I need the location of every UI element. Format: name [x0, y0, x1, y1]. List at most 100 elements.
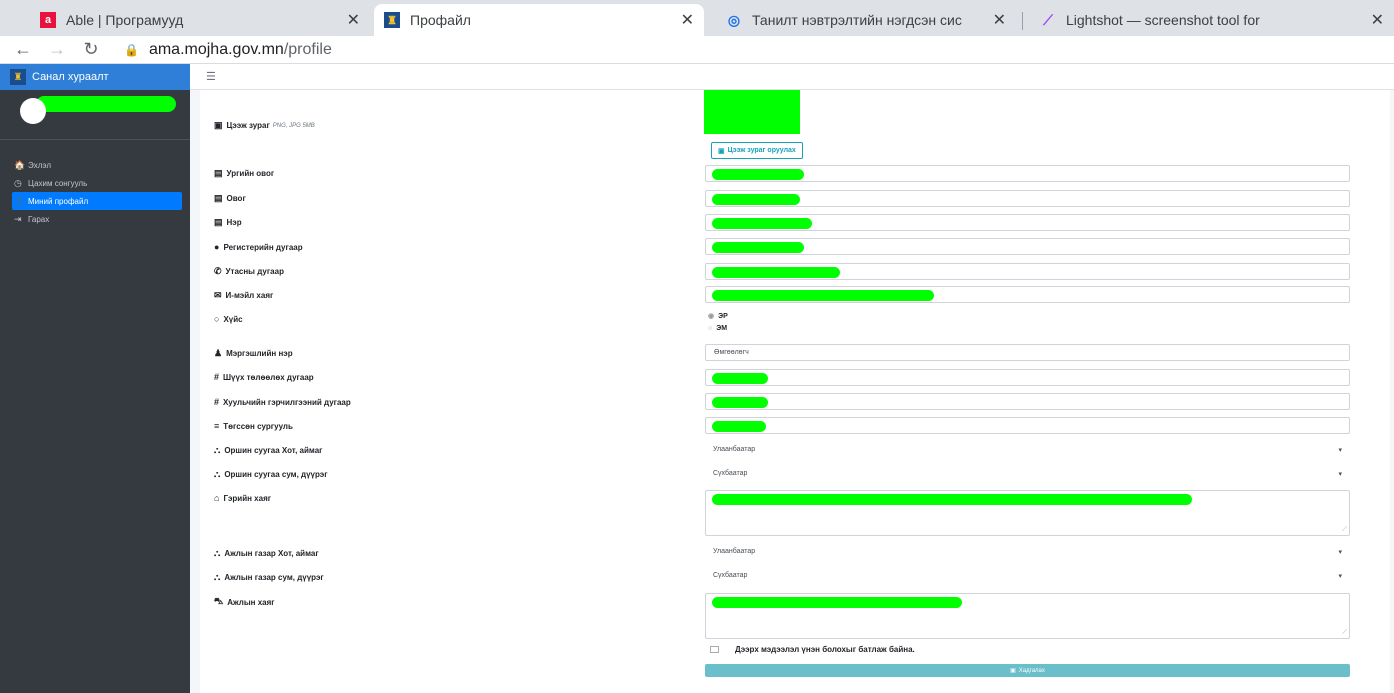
sidebar-item-home[interactable]: 🏠 Эхлэл [12, 156, 182, 174]
work-address-label-text: Ажлын хаяг [227, 597, 275, 607]
license-label-text: Хуульчийн гэрчилгээний дугаар [223, 397, 351, 407]
user-icon: 👤 [14, 195, 26, 206]
tab-title: Танилт нэвтрэлтийн нэгдсэн сис [752, 12, 962, 28]
sitemap-icon: ⛬ [214, 548, 221, 558]
sidebar-item-label: Миний профайл [28, 196, 89, 206]
sidebar-item-label: Цахим сонгууль [28, 178, 88, 188]
work-city-label: ⛬ Ажлын газар Хот, аймаг [214, 548, 319, 559]
user-tie-icon: ♟ [214, 348, 223, 358]
save-button[interactable]: ▣ Хадгалах [705, 664, 1350, 677]
work-address-label: ⛍ Ажлын хаяг [214, 596, 275, 608]
council-input[interactable] [705, 369, 1350, 386]
forward-icon[interactable]: → [40, 39, 74, 60]
redacted-value [712, 373, 768, 384]
close-icon[interactable]: ✕ [681, 10, 694, 30]
register-input[interactable] [705, 238, 1350, 255]
profession-label-text: Мэргэшлийн нэр [226, 349, 293, 358]
confirm-checkbox[interactable]: Дээрх мэдээлэл үнэн болохыг батлаж байна… [710, 645, 915, 654]
browser-tab-bar: a Able | Програмууд ✕ ♜ Профайл ✕ ◎ Тани… [0, 0, 1394, 36]
close-icon[interactable]: ✕ [993, 10, 1006, 30]
res-district-value: Сүхбаатар [713, 470, 748, 477]
able-favicon-icon: a [40, 12, 56, 28]
school-label: ≡ Төгссөн сургууль [214, 421, 293, 431]
checkbox[interactable] [710, 646, 719, 653]
res-city-select[interactable]: Улаанбаатар ▾ [705, 442, 1350, 459]
res-city-label-text: Оршин суугаа Хот, аймаг [224, 446, 323, 455]
sidebar-item-logout[interactable]: ⇥ Гарах [12, 210, 182, 228]
address-bar[interactable]: 🔒 ama.mojha.gov.mn/profile [124, 41, 332, 59]
save-icon: ▣ [1010, 668, 1016, 674]
work-city-select[interactable]: Улаанбаатар ▾ [705, 544, 1350, 561]
surname-input[interactable] [705, 190, 1350, 207]
phone-input[interactable] [705, 263, 1350, 280]
sidebar: ♜ Санал хураалт 🏠 Эхлэл ◷ Цахим сонгууль… [0, 64, 190, 693]
redacted-value [712, 290, 934, 301]
license-label: # Хуульчийн гэрчилгээний дугаар [214, 397, 351, 407]
id-card-icon: ▤ [214, 168, 223, 178]
res-district-select[interactable]: Сүхбаатар ▾ [705, 466, 1350, 483]
main-content: ▣ Цээж зураг PNG, JPG 5MB ▣ Цээж зураг о… [190, 90, 1394, 693]
home-address-label-text: Гэрийн хаяг [223, 493, 272, 503]
council-label: # Шүүх төлөөлөх дугаар [214, 372, 314, 382]
emblem-favicon-icon: ♜ [384, 12, 400, 28]
home-address-label: ⌂ Гэрийн хаяг [214, 493, 271, 503]
redacted-value [712, 267, 840, 278]
work-district-value: Сүхбаатар [713, 572, 748, 579]
tab-auth[interactable]: ◎ Танилт нэвтрэлтийн нэгдсэн сис ✕ [716, 4, 1016, 36]
gender-radio-male[interactable]: ◉ ЭР [708, 312, 728, 321]
brand-title: Санал хураалт [32, 71, 109, 83]
school-input[interactable] [705, 417, 1350, 434]
profile-photo [704, 90, 800, 134]
redacted-value [712, 597, 962, 608]
photo-label-text: Цээж зураг [226, 121, 270, 130]
redacted-value [712, 397, 768, 408]
profile-form: ▣ Цээж зураг PNG, JPG 5MB ▣ Цээж зураг о… [200, 90, 1390, 693]
work-address-textarea[interactable]: ⟋ [705, 593, 1350, 639]
radio-unchecked-icon: ○ [708, 325, 713, 332]
reload-icon[interactable]: ↻ [74, 39, 108, 60]
profession-input[interactable]: Өмгөөлөгч [705, 344, 1350, 361]
sidebar-item-profile[interactable]: 👤 Миний профайл [12, 192, 182, 210]
gender-radio-female[interactable]: ○ ЭМ [708, 325, 727, 332]
res-district-label-text: Оршин суугаа сум, дүүрэг [224, 470, 328, 479]
license-input[interactable] [705, 393, 1350, 410]
url-host: ama.mojha.gov.mn [148, 40, 284, 58]
user-panel[interactable] [0, 90, 190, 140]
tab-title: Профайл [410, 12, 471, 28]
sidebar-nav: 🏠 Эхлэл ◷ Цахим сонгууль 👤 Миний профайл… [0, 140, 190, 228]
work-district-select[interactable]: Сүхбаатар ▾ [705, 568, 1350, 585]
clan-label-text: Ургийн овог [226, 169, 275, 178]
back-icon[interactable]: ← [6, 39, 40, 60]
globe-favicon-icon: ◎ [727, 11, 741, 28]
sitemap-icon: ⛬ [214, 445, 221, 455]
close-icon[interactable]: ✕ [1371, 10, 1384, 30]
register-label: ● Регистерийн дугаар [214, 242, 303, 252]
tab-profile[interactable]: ♜ Профайл ✕ [374, 4, 704, 36]
gender-option-label: ЭМ [716, 325, 728, 332]
lock-icon[interactable]: 🔒 [124, 43, 139, 57]
tab-able[interactable]: a Able | Програмууд ✕ [30, 4, 370, 36]
name-input[interactable] [705, 214, 1350, 231]
close-icon[interactable]: ✕ [347, 10, 360, 30]
school-label-text: Төгссөн сургууль [223, 421, 293, 431]
home-address-textarea[interactable]: ⟋ [705, 490, 1350, 536]
sidebar-item-election[interactable]: ◷ Цахим сонгууль [12, 174, 182, 192]
menu-icon[interactable]: ☰ [206, 70, 216, 83]
redacted-value [712, 242, 804, 253]
brand[interactable]: ♜ Санал хураалт [0, 64, 190, 90]
resize-grip-icon[interactable]: ⟋ [1342, 526, 1347, 534]
clan-label: ▤ Ургийн овог [214, 168, 274, 179]
resize-grip-icon[interactable]: ⟋ [1342, 629, 1347, 637]
email-input[interactable] [705, 286, 1350, 303]
clan-input[interactable] [705, 165, 1350, 182]
browser-toolbar: ← → ↻ 🔒 ama.mojha.gov.mn/profile [0, 36, 1394, 64]
tab-lightshot[interactable]: ⟋ Lightshot — screenshot tool for ✕ [1030, 4, 1394, 36]
sidebar-item-label: Эхлэл [28, 160, 51, 170]
upload-photo-button[interactable]: ▣ Цээж зураг оруулах [711, 142, 803, 159]
name-label: ▤ Нэр [214, 217, 242, 228]
home-icon: ⌂ [214, 493, 220, 503]
redacted-value [712, 169, 804, 180]
caret-down-icon: ▾ [1338, 573, 1342, 580]
gender-option-label: ЭР [718, 312, 728, 320]
caret-down-icon: ▾ [1338, 549, 1342, 556]
